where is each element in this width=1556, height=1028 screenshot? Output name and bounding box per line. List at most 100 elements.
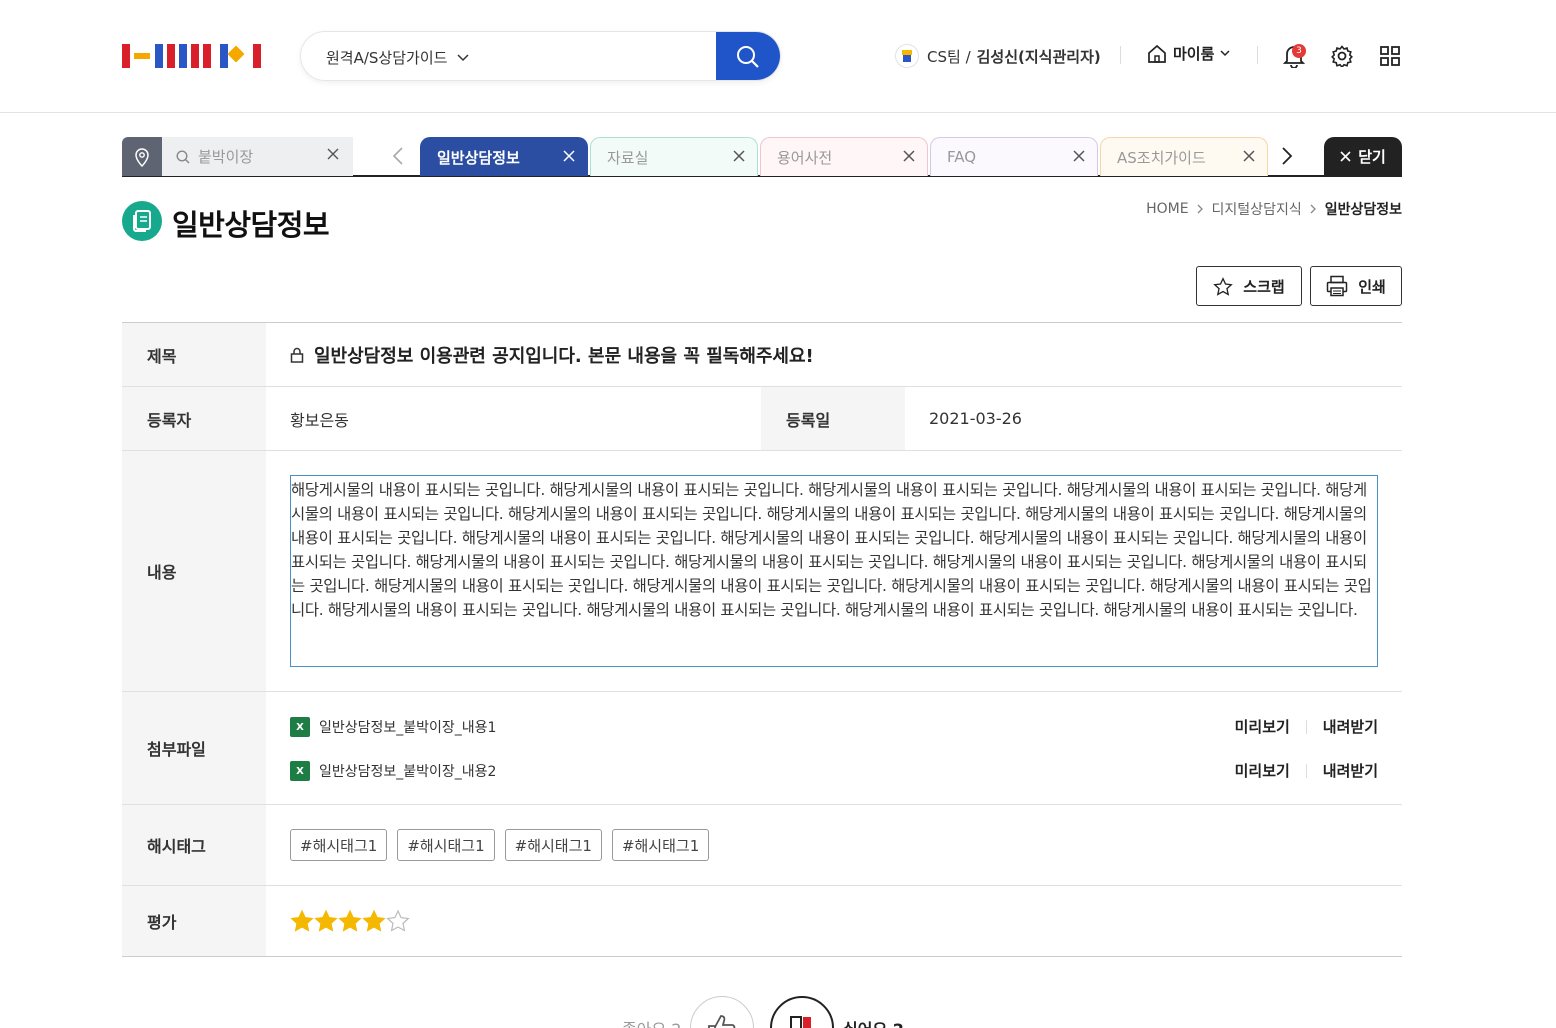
attachment-row: 첨부파일 X 일반상담정보_붙박이장_내용1 미리보기 내려받기 X 일반상담정보_붙박이… [122,692,1402,805]
breadcrumb-current: 일반상담정보 [1324,202,1402,218]
user-badge-icon [895,44,919,68]
notification-count-badge: 3 [1292,44,1306,58]
thumbs-down-icon [790,1016,811,1028]
close-icon [1340,151,1351,162]
date-header: 등록일 [761,387,905,450]
apps-grid-icon[interactable] [1380,46,1400,66]
myroom-menu[interactable]: 마이룸 [1147,43,1230,64]
tab-item[interactable]: 일반상담정보 [420,137,588,176]
location-button[interactable] [122,137,162,176]
preview-button[interactable]: 미리보기 [1235,760,1290,781]
print-label: 인쇄 [1358,277,1386,296]
star-filled-icon[interactable] [362,909,386,933]
attachment-item: X 일반상담정보_붙박이장_내용2 미리보기 내려받기 [290,760,1378,782]
search-button[interactable] [716,32,780,80]
star-filled-icon[interactable] [338,909,362,933]
rating-stars[interactable] [290,909,410,933]
close-tabs-button[interactable]: 닫기 [1324,137,1402,176]
printer-icon [1326,275,1348,297]
tab-scroll-right-icon[interactable] [1281,147,1293,165]
divider [1305,763,1307,778]
chevron-down-icon [457,53,469,61]
global-search: 원격A/S상담가이드 [300,31,781,81]
page-title-icon [122,201,162,241]
tab-close-icon[interactable] [903,150,915,162]
download-button[interactable]: 내려받기 [1323,716,1378,737]
location-pin-icon [135,147,149,167]
hashtag-chip[interactable]: #해시태그1 [397,829,495,861]
gear-icon[interactable] [1331,45,1353,67]
attachment-name[interactable]: 일반상담정보_붙박이장_내용1 [319,717,496,737]
attachment-header: 첨부파일 [122,692,266,804]
hashtag-row: 해시태그 #해시태그1 #해시태그1 #해시태그1 #해시태그1 [122,805,1402,886]
attachment-item: X 일반상담정보_붙박이장_내용1 미리보기 내려받기 [290,716,1378,738]
clear-icon[interactable] [327,148,339,160]
close-label: 닫기 [1358,148,1386,166]
breadcrumb: HOME 디지털상담지식 일반상담정보 [1146,199,1402,219]
tab-close-icon[interactable] [1073,150,1085,162]
thumbs-up-icon [708,1015,736,1028]
tab-item[interactable]: AS조치가이드 [1100,137,1268,176]
myroom-label: 마이룸 [1173,45,1215,63]
search-category-label: 원격A/S상담가이드 [326,49,448,67]
page-title: 일반상담정보 [172,208,330,242]
excel-file-icon: X [290,761,310,781]
like-button[interactable] [690,996,754,1028]
print-button[interactable]: 인쇄 [1310,266,1402,306]
divider [1120,46,1121,64]
subject-header: 제목 [122,323,266,386]
tab-close-icon[interactable] [1243,150,1255,162]
hashtag-chip[interactable]: #해시태그1 [504,829,602,861]
user-team: CS팀 / [927,47,971,66]
author-header: 등록자 [122,387,266,450]
user-name[interactable]: 김성신(지식관리자) [977,46,1101,67]
scrap-button[interactable]: 스크랩 [1196,266,1302,306]
star-filled-icon[interactable] [314,909,338,933]
tab-close-icon[interactable] [563,150,575,162]
document-icon [133,210,151,232]
divider [1305,719,1307,734]
tab-bar: 붙박이장 일반상담정보 자료실 용어사전 FAQ AS조치가이드 닫기 [122,137,1402,177]
tab-label: FAQ [947,148,977,166]
content-textarea[interactable]: 해당게시물의 내용이 표시되는 곳입니다. 해당게시물의 내용이 표시되는 곳입… [290,475,1378,667]
attachment-name[interactable]: 일반상담정보_붙박이장_내용2 [319,761,496,781]
search-icon [737,46,759,68]
location-search-field[interactable]: 붙박이장 [162,137,353,176]
top-header: 원격A/S상담가이드 CS팀 / 김성신(지식관리자) 마이룸 3 [0,0,1556,113]
tab-item[interactable]: 용어사전 [760,137,928,176]
search-category-select[interactable]: 원격A/S상담가이드 [326,47,469,68]
tab-item[interactable]: 자료실 [590,137,758,176]
star-outline-icon [1213,276,1234,296]
star-filled-icon[interactable] [290,909,314,933]
download-button[interactable]: 내려받기 [1323,760,1378,781]
tab-close-icon[interactable] [733,150,745,162]
subject-text: 일반상담정보 이용관련 공지입니다. 본문 내용을 꼭 필독해주세요! [314,345,814,367]
tab-label: AS조치가이드 [1117,148,1206,167]
content-row: 내용 해당게시물의 내용이 표시되는 곳입니다. 해당게시물의 내용이 표시되는… [122,451,1402,692]
excel-file-icon: X [290,717,310,737]
hashtag-chip[interactable]: #해시태그1 [290,829,388,861]
preview-button[interactable]: 미리보기 [1235,716,1290,737]
tab-scroll-left-icon[interactable] [392,147,404,165]
chevron-down-icon [1220,50,1230,57]
dislike-button[interactable] [770,996,834,1028]
hashtag-chip[interactable]: #해시태그1 [611,829,710,861]
lock-icon [290,347,304,363]
like-count-label: 좋아요 2 [622,1016,681,1028]
hashtag-header: 해시태그 [122,805,266,885]
tab-label: 일반상담정보 [437,148,520,167]
rating-header: 평가 [122,886,266,956]
author-value: 황보은동 [290,410,349,430]
location-search-text: 붙박이장 [198,148,254,166]
scrap-label: 스크랩 [1243,277,1285,296]
home-icon [1148,44,1166,63]
author-row: 등록자 황보은동 등록일 2021-03-26 [122,387,1402,451]
breadcrumb-item[interactable]: 디지털상담지식 [1212,199,1302,219]
tab-label: 자료실 [607,148,649,167]
star-empty-icon[interactable] [386,909,410,933]
brand-logo[interactable] [122,44,262,68]
tab-label: 용어사전 [777,148,833,167]
breadcrumb-home[interactable]: HOME [1146,201,1188,217]
date-value: 2021-03-26 [929,409,1022,428]
tab-item[interactable]: FAQ [930,137,1098,176]
